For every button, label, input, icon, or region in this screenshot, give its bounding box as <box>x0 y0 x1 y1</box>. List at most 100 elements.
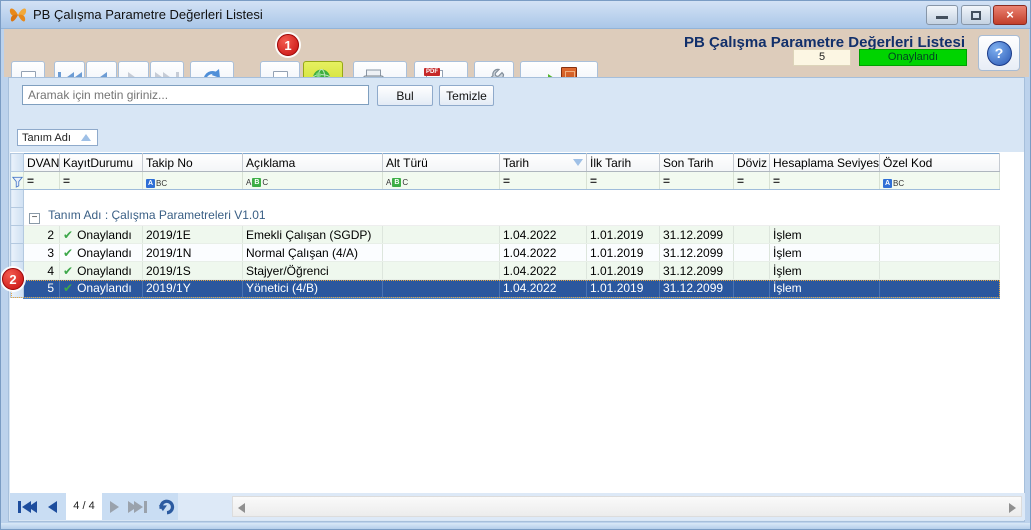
cell-tarih: 1.04.2022 <box>499 279 587 299</box>
equals-filter-icon: = <box>63 173 72 188</box>
column-header-tarih[interactable]: Tarih <box>499 153 587 172</box>
pager-previous-icon <box>48 500 57 513</box>
group-row[interactable]: − Tanım Adı : Çalışma Parametreleri V1.0… <box>10 207 1000 226</box>
row-indicator <box>10 225 24 244</box>
pager-next-button[interactable] <box>110 497 119 516</box>
approved-check-icon: ✔ <box>63 227 74 242</box>
filter-cell-kayitdurumu[interactable]: = <box>59 171 143 190</box>
filter-cell-ilktarih[interactable]: = <box>586 171 660 190</box>
filter-cell-doviz[interactable]: = <box>733 171 770 190</box>
sort-asc-icon <box>80 134 91 141</box>
sort-desc-icon <box>573 158 583 166</box>
scroll-left-icon[interactable] <box>238 503 245 513</box>
column-header-kayitdurumu[interactable]: KayıtDurumu <box>59 153 143 172</box>
annotation-step-1: 1 <box>277 34 299 56</box>
search-input[interactable] <box>22 85 369 105</box>
filter-row: = = A BC ABC ABC = = = = = A BC <box>10 171 1000 190</box>
clear-button[interactable]: Temizle <box>439 85 494 106</box>
horizontal-scrollbar[interactable] <box>232 496 1022 517</box>
equals-filter-icon: = <box>663 173 672 188</box>
minimize-icon <box>936 16 948 19</box>
column-header-ozelkod[interactable]: Özel Kod <box>879 153 1000 172</box>
content-panel: Bul Temizle Tanım Adı DVANo KayıtDurumu … <box>8 77 1025 522</box>
filter-cell-tarih[interactable]: = <box>499 171 587 190</box>
approved-check-icon: ✔ <box>63 281 74 296</box>
table-row[interactable]: 2 ✔ Onaylandı 2019/1E Emekli Çalışan (SGD… <box>10 225 1000 244</box>
status-text: Onaylandı <box>77 245 132 260</box>
pager-last-button[interactable] <box>128 497 147 516</box>
column-header-takipno[interactable]: Takip No <box>142 153 243 172</box>
text-filter-icon: ABC <box>883 178 905 188</box>
pager-refresh-button[interactable] <box>158 497 176 516</box>
cell-hesaplama: İşlem <box>769 261 880 280</box>
pager-position: 4 / 4 <box>66 493 102 520</box>
filter-cell-hesaplama[interactable]: = <box>769 171 880 190</box>
group-label: Tanım Adı : Çalışma Parametreleri V1.01 <box>48 208 266 223</box>
cell-ozelkod <box>879 243 1000 262</box>
record-number-box: 5 <box>793 49 851 66</box>
cell-kayitdurumu: ✔ Onaylandı <box>59 279 143 299</box>
equals-filter-icon: = <box>737 173 746 188</box>
maximize-button[interactable] <box>961 5 991 25</box>
pager-next-icon <box>110 500 119 513</box>
table-row[interactable]: 4 ✔ Onaylandı 2019/1S Stajyer/Öğrenci 1.0… <box>10 261 1000 280</box>
row-indicator <box>10 207 24 226</box>
group-by-chip[interactable]: Tanım Adı <box>17 129 98 146</box>
status-text: Onaylandı <box>77 263 132 278</box>
filter-cell-aciklama[interactable]: ABC <box>242 171 383 190</box>
column-header-dvano[interactable]: DVANo <box>23 153 60 172</box>
cell-aciklama: Emekli Çalışan (SGDP) <box>242 225 383 244</box>
cell-doviz <box>733 243 770 262</box>
row-indicator-header <box>10 153 24 172</box>
status-text: Onaylandı <box>77 227 132 242</box>
column-header-sontarih[interactable]: Son Tarih <box>659 153 734 172</box>
butterfly-logo-icon <box>9 8 27 22</box>
filter-cell-sontarih[interactable]: = <box>659 171 734 190</box>
cell-ilktarih: 1.01.2019 <box>586 225 660 244</box>
table-row-selected[interactable]: 5 ✔ Onaylandı 2019/1Y Yönetici (4/B) 1.04… <box>10 279 1000 299</box>
cell-tarih: 1.04.2022 <box>499 243 587 262</box>
cell-takipno: 2019/1S <box>142 261 243 280</box>
find-button[interactable]: Bul <box>377 85 433 106</box>
header-row: DVANo KayıtDurumu Takip No Açıklama Alt … <box>10 153 1000 172</box>
row-indicator <box>10 243 24 262</box>
cell-ozelkod <box>879 279 1000 299</box>
cell-ilktarih: 1.01.2019 <box>586 243 660 262</box>
column-header-doviz[interactable]: Döviz <box>733 153 770 172</box>
scroll-right-icon[interactable] <box>1009 503 1016 513</box>
collapse-icon[interactable]: − <box>29 213 40 225</box>
minimize-button[interactable] <box>926 5 958 25</box>
filter-cell-takipno[interactable]: A BC <box>142 171 243 190</box>
annotation-step-2: 2 <box>2 268 24 290</box>
table-row[interactable]: 3 ✔ Onaylandı 2019/1N Normal Çalışan (4/A… <box>10 243 1000 262</box>
help-button[interactable]: ? <box>978 35 1020 71</box>
group-field-label: Tanım Adı <box>22 131 71 144</box>
maximize-icon <box>971 11 981 20</box>
column-header-hesaplama[interactable]: Hesaplama Seviyesi <box>769 153 880 172</box>
column-header-altturu[interactable]: Alt Türü <box>382 153 500 172</box>
column-header-aciklama[interactable]: Açıklama <box>242 153 383 172</box>
pager-first-button[interactable] <box>18 497 37 516</box>
filter-cell-dvano[interactable]: = <box>23 171 60 190</box>
pager-refresh-icon <box>158 499 175 514</box>
cell-doviz <box>733 225 770 244</box>
column-header-ilktarih[interactable]: İlk Tarih <box>586 153 660 172</box>
cell-dvano: 2 <box>23 225 60 244</box>
text-filter-icon: ABC <box>246 177 269 187</box>
pager-bar: 4 / 4 <box>10 493 1025 520</box>
cell-hesaplama: İşlem <box>769 225 880 244</box>
cell-doviz <box>733 261 770 280</box>
cell-hesaplama: İşlem <box>769 279 880 299</box>
cell-kayitdurumu: ✔ Onaylandı <box>59 261 143 280</box>
close-button[interactable]: × <box>993 5 1027 25</box>
cell-takipno: 2019/1E <box>142 225 243 244</box>
title-bar: PB Çalışma Parametre Değerleri Listesi × <box>1 1 1030 29</box>
cell-altturu <box>382 279 500 299</box>
pager-previous-button[interactable] <box>48 497 57 516</box>
filter-cell-altturu[interactable]: ABC <box>382 171 500 190</box>
cell-altturu <box>382 243 500 262</box>
equals-filter-icon: = <box>590 173 599 188</box>
filter-cell-ozelkod[interactable]: A BC <box>879 171 1000 190</box>
filter-indicator-cell <box>10 171 24 190</box>
cell-ilktarih: 1.01.2019 <box>586 279 660 299</box>
